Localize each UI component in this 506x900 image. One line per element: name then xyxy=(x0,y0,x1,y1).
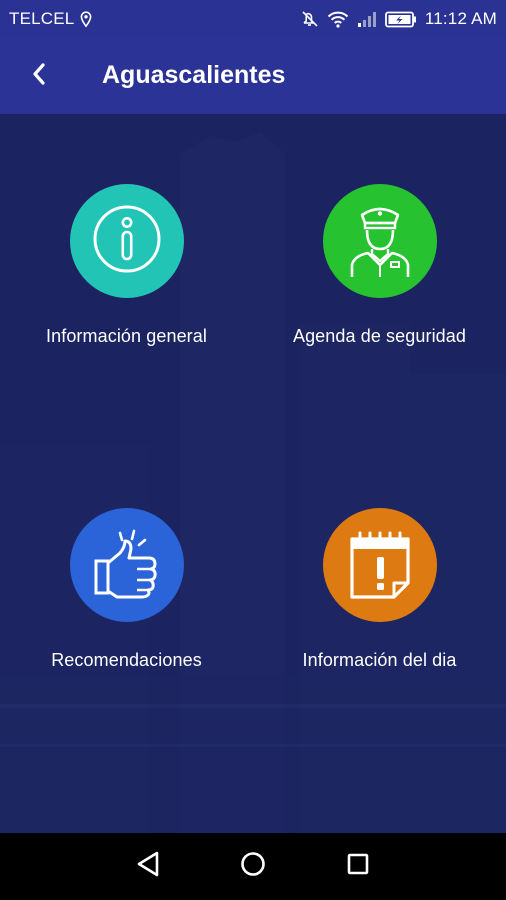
menu-item-label: Recomendaciones xyxy=(51,650,202,670)
location-pin-icon xyxy=(80,10,92,28)
home-circle-icon xyxy=(240,851,266,882)
thumbs-up-icon xyxy=(87,523,167,608)
chevron-left-icon xyxy=(31,62,47,91)
system-navigation-bar xyxy=(0,833,506,900)
menu-item-label: Agenda de seguridad xyxy=(292,326,467,346)
page-title: Aguascalientes xyxy=(102,60,286,89)
police-officer-icon xyxy=(342,199,418,284)
calendar-icon-circle xyxy=(322,508,437,622)
carrier-name: TELCEL xyxy=(9,9,75,28)
menu-item-informacion-del-dia[interactable]: Información del dia xyxy=(253,508,506,671)
thumbs-up-icon-circle xyxy=(69,508,184,622)
back-button[interactable] xyxy=(0,38,80,114)
back-triangle-icon xyxy=(136,851,160,882)
info-icon xyxy=(90,202,164,281)
menu-item-informacion-general[interactable]: Información general xyxy=(0,184,253,347)
app-bar: Aguascalientes xyxy=(0,38,506,114)
status-left: TELCEL xyxy=(9,9,92,29)
clock-time: 11:12 AM xyxy=(424,9,497,28)
signal-icon xyxy=(357,11,377,28)
recents-square-icon xyxy=(346,852,370,881)
nav-back-button[interactable] xyxy=(118,837,178,897)
info-icon-circle xyxy=(69,184,184,298)
menu-item-agenda-de-seguridad[interactable]: Agenda de seguridad xyxy=(253,184,506,347)
police-icon-circle xyxy=(322,184,437,298)
mute-icon xyxy=(301,10,319,28)
status-bar: TELCEL 11:12 AM xyxy=(0,0,506,38)
main-content: Información general Agenda de seguridad xyxy=(0,114,506,833)
calendar-alert-icon xyxy=(344,525,416,606)
battery-charging-icon xyxy=(384,11,417,28)
menu-item-label: Información del dia xyxy=(302,650,457,670)
nav-recents-button[interactable] xyxy=(328,837,388,897)
status-right: 11:12 AM xyxy=(301,9,497,29)
nav-home-button[interactable] xyxy=(223,837,283,897)
menu-item-recomendaciones[interactable]: Recomendaciones xyxy=(0,508,253,671)
menu-item-label: Información general xyxy=(46,326,207,346)
wifi-icon xyxy=(327,11,349,28)
